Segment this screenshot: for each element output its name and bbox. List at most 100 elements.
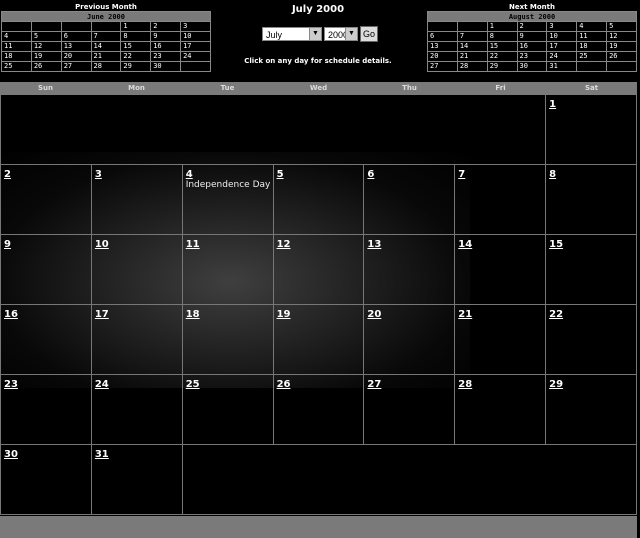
day-number-link[interactable]: 27 <box>367 379 381 390</box>
day-number-link[interactable]: 13 <box>367 239 381 250</box>
calendar-day-cell[interactable]: 6 <box>364 165 456 235</box>
mini-day-cell[interactable]: 28 <box>90 61 122 72</box>
mini-day-cell[interactable]: 22 <box>120 51 152 62</box>
calendar-day-cell[interactable]: 27 <box>364 375 456 445</box>
calendar-day-cell[interactable]: 23 <box>1 375 92 445</box>
mini-day-cell[interactable]: 7 <box>456 31 488 42</box>
day-number-link[interactable]: 25 <box>186 379 200 390</box>
day-number-link[interactable]: 6 <box>367 169 374 180</box>
day-number-link[interactable]: 20 <box>367 309 381 320</box>
calendar-day-cell[interactable]: 26 <box>273 375 365 445</box>
calendar-day-cell[interactable]: 1 <box>546 95 637 165</box>
calendar-day-cell[interactable]: 15 <box>546 235 637 305</box>
mini-day-cell[interactable]: 8 <box>120 31 152 42</box>
calendar-day-cell[interactable]: 24 <box>91 375 183 445</box>
day-number-link[interactable]: 3 <box>95 169 102 180</box>
mini-day-cell[interactable]: 8 <box>486 31 518 42</box>
calendar-day-cell[interactable]: 7 <box>455 165 547 235</box>
mini-day-cell[interactable]: 6 <box>60 31 92 42</box>
mini-day-cell[interactable]: 14 <box>456 41 488 52</box>
mini-day-cell[interactable]: 30 <box>150 61 182 72</box>
day-number-link[interactable]: 17 <box>95 309 109 320</box>
calendar-day-cell[interactable]: 28 <box>455 375 547 445</box>
day-number-link[interactable]: 2 <box>4 169 11 180</box>
mini-day-cell[interactable]: 4 <box>1 31 32 42</box>
calendar-day-cell[interactable]: 13 <box>364 235 456 305</box>
calendar-day-cell[interactable]: 14 <box>455 235 547 305</box>
mini-day-cell[interactable]: 15 <box>486 41 518 52</box>
mini-day-cell[interactable]: 23 <box>516 51 548 62</box>
next-month-header[interactable]: August 2000 <box>427 11 637 22</box>
event-label[interactable]: Independence Day <box>186 180 271 190</box>
go-button[interactable]: Go <box>360 26 378 42</box>
mini-day-cell[interactable]: 10 <box>546 31 578 42</box>
mini-day-cell[interactable]: 27 <box>60 61 92 72</box>
day-number-link[interactable]: 23 <box>4 379 18 390</box>
mini-day-cell[interactable]: 22 <box>486 51 518 62</box>
mini-day-cell[interactable]: 24 <box>180 51 211 62</box>
day-number-link[interactable]: 21 <box>458 309 472 320</box>
mini-day-cell[interactable]: 25 <box>576 51 608 62</box>
mini-day-cell[interactable]: 11 <box>576 31 608 42</box>
day-number-link[interactable]: 5 <box>277 169 284 180</box>
calendar-day-cell[interactable]: 19 <box>273 305 365 375</box>
day-number-link[interactable]: 24 <box>95 379 109 390</box>
mini-day-cell[interactable]: 30 <box>516 61 548 72</box>
calendar-day-cell[interactable]: 25 <box>182 375 274 445</box>
mini-day-cell[interactable]: 18 <box>576 41 608 52</box>
calendar-day-cell[interactable]: 20 <box>364 305 456 375</box>
calendar-day-cell[interactable]: 10 <box>91 235 183 305</box>
day-number-link[interactable]: 4 <box>186 169 193 180</box>
day-number-link[interactable]: 12 <box>277 239 291 250</box>
mini-day-cell[interactable]: 29 <box>486 61 518 72</box>
mini-day-cell[interactable]: 9 <box>150 31 182 42</box>
mini-day-cell[interactable]: 5 <box>30 31 62 42</box>
mini-day-cell[interactable]: 2 <box>150 21 182 32</box>
mini-day-cell[interactable]: 28 <box>456 61 488 72</box>
calendar-day-cell[interactable]: 2 <box>1 165 92 235</box>
mini-day-cell[interactable]: 3 <box>180 21 211 32</box>
mini-day-cell[interactable]: 9 <box>516 31 548 42</box>
mini-day-cell[interactable]: 12 <box>606 31 637 42</box>
mini-day-cell[interactable]: 3 <box>546 21 578 32</box>
day-number-link[interactable]: 16 <box>4 309 18 320</box>
day-number-link[interactable]: 29 <box>549 379 563 390</box>
mini-day-cell[interactable]: 14 <box>90 41 122 52</box>
mini-day-cell[interactable]: 29 <box>120 61 152 72</box>
calendar-day-cell[interactable]: 8 <box>546 165 637 235</box>
mini-day-cell[interactable]: 31 <box>546 61 578 72</box>
calendar-day-cell[interactable]: 21 <box>455 305 547 375</box>
day-number-link[interactable]: 22 <box>549 309 563 320</box>
mini-day-cell[interactable]: 20 <box>60 51 92 62</box>
day-number-link[interactable]: 8 <box>549 169 556 180</box>
day-number-link[interactable]: 18 <box>186 309 200 320</box>
mini-day-cell[interactable]: 2 <box>516 21 548 32</box>
mini-day-cell[interactable]: 16 <box>516 41 548 52</box>
calendar-day-cell[interactable]: 16 <box>1 305 92 375</box>
mini-day-cell[interactable]: 21 <box>456 51 488 62</box>
calendar-day-cell[interactable]: 5 <box>273 165 365 235</box>
calendar-day-cell[interactable]: 29 <box>546 375 637 445</box>
mini-day-cell[interactable]: 24 <box>546 51 578 62</box>
day-number-link[interactable]: 14 <box>458 239 472 250</box>
mini-day-cell[interactable]: 23 <box>150 51 182 62</box>
mini-day-cell[interactable]: 27 <box>427 61 458 72</box>
day-number-link[interactable]: 31 <box>95 449 109 460</box>
mini-day-cell[interactable]: 6 <box>427 31 458 42</box>
mini-day-cell[interactable]: 21 <box>90 51 122 62</box>
calendar-day-cell[interactable]: 12 <box>273 235 365 305</box>
calendar-day-cell[interactable]: 4 Independence Day <box>182 165 274 235</box>
mini-day-cell[interactable]: 17 <box>546 41 578 52</box>
calendar-day-cell[interactable]: 3 <box>91 165 183 235</box>
mini-day-cell[interactable]: 11 <box>1 41 32 52</box>
mini-day-cell[interactable]: 1 <box>486 21 518 32</box>
day-number-link[interactable]: 9 <box>4 239 11 250</box>
day-number-link[interactable]: 28 <box>458 379 472 390</box>
day-number-link[interactable]: 1 <box>549 99 556 110</box>
day-number-link[interactable]: 30 <box>4 449 18 460</box>
mini-day-cell[interactable]: 20 <box>427 51 458 62</box>
mini-day-cell[interactable]: 1 <box>120 21 152 32</box>
mini-day-cell[interactable]: 15 <box>120 41 152 52</box>
mini-day-cell[interactable]: 13 <box>427 41 458 52</box>
day-number-link[interactable]: 26 <box>277 379 291 390</box>
